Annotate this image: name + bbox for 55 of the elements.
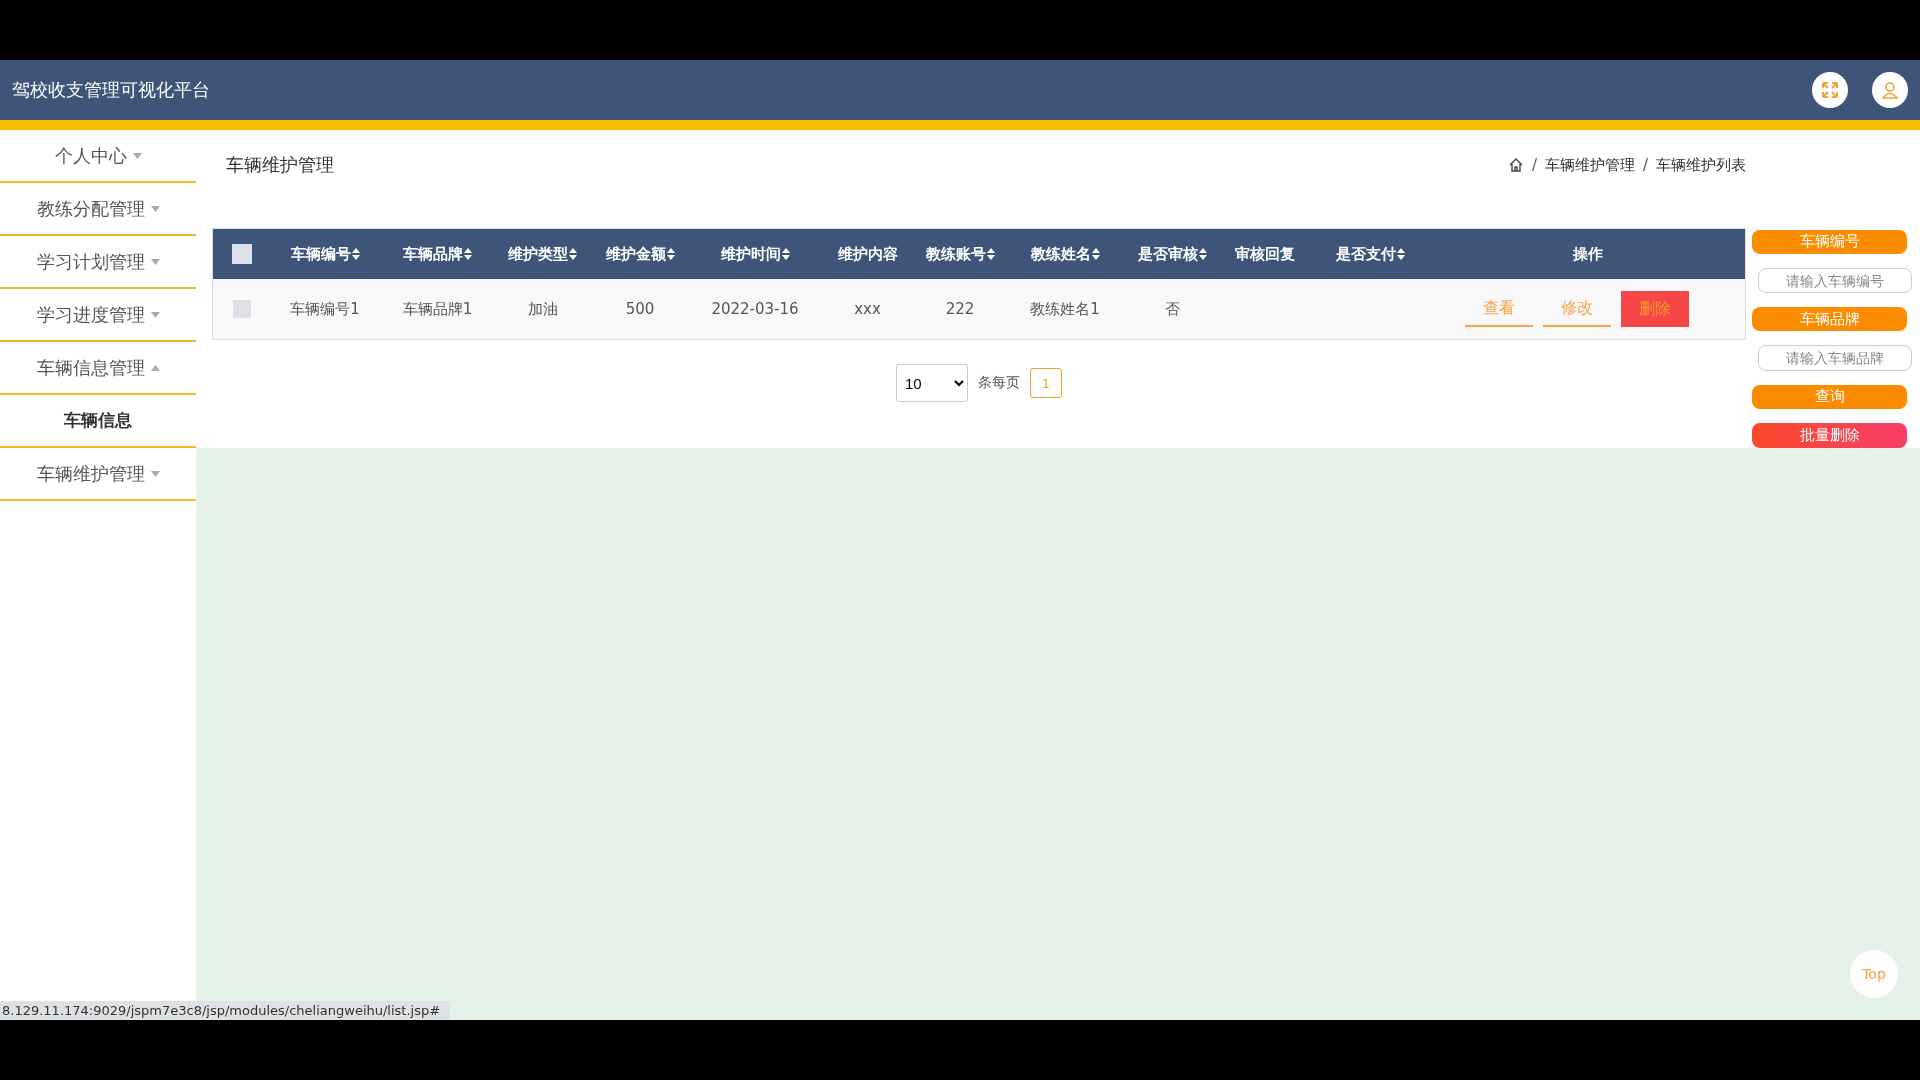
caret-icon [150, 205, 160, 212]
field-label: 车辆品牌 [1752, 307, 1907, 332]
column-header[interactable]: 车辆品牌 [403, 244, 472, 264]
column-header[interactable]: 是否审核 [1138, 244, 1207, 264]
sort-icon[interactable] [464, 248, 472, 260]
row-checkbox[interactable] [232, 300, 251, 318]
column-header[interactable]: 维护类型 [508, 244, 577, 264]
table-cell: 2022-03-16 [711, 300, 799, 318]
batch-delete-button[interactable]: 批量删除 [1752, 423, 1907, 448]
table-cell: 500 [625, 300, 655, 318]
sort-icon[interactable] [1091, 248, 1100, 260]
breadcrumb-item[interactable]: 车辆维护列表 [1656, 155, 1746, 175]
column-header[interactable]: 教练姓名 [1030, 244, 1100, 264]
column-header[interactable]: 维护内容 [837, 244, 898, 264]
input-field[interactable]: 请输入车辆编号 [1758, 267, 1912, 294]
caret-icon [150, 470, 160, 477]
column-header[interactable]: 维护时间 [720, 244, 790, 264]
table-cell: xxx [854, 300, 881, 318]
table-cell: 加油 [527, 299, 558, 319]
app-title: 驾校收支管理可视化平台 [12, 78, 211, 102]
table-cell: 车辆品牌1 [402, 299, 473, 319]
caret-icon [132, 152, 142, 159]
sort-icon[interactable] [666, 248, 675, 260]
sort-icon[interactable] [986, 248, 995, 260]
select-all-checkbox[interactable] [231, 244, 252, 264]
sort-icon[interactable] [351, 248, 360, 260]
column-header[interactable]: 维护金额 [605, 244, 675, 264]
table-cell: 222 [945, 300, 975, 318]
home-icon[interactable] [1507, 157, 1524, 173]
column-header[interactable]: 车辆编号 [290, 244, 360, 264]
user-icon[interactable] [1872, 72, 1908, 108]
sort-icon[interactable] [569, 248, 577, 260]
breadcrumb-separator: / [1530, 156, 1538, 174]
table-cell: 车辆编号1 [290, 299, 360, 319]
column-header[interactable]: 操作 [1572, 244, 1603, 264]
status-url: 8.129.11.174:9029/jspm7e3c8/jsp/modules/cheliangweihu/list.jsp# [0, 1001, 451, 1020]
column-header[interactable]: 是否支付 [1335, 244, 1405, 264]
sort-icon[interactable] [1396, 248, 1405, 260]
fullscreen-icon[interactable] [1812, 72, 1848, 108]
breadcrumb-item[interactable]: 车辆维护管理 [1544, 155, 1635, 175]
table-cell: 教练姓名1 [1030, 299, 1100, 319]
field-label: 车辆编号 [1752, 230, 1907, 254]
sort-icon[interactable] [1199, 248, 1207, 260]
caret-icon [150, 364, 160, 371]
breadcrumb-separator: / [1641, 156, 1649, 174]
caret-icon [150, 311, 160, 318]
input-field[interactable]: 请输入车辆品牌 [1758, 345, 1912, 371]
sort-icon[interactable] [781, 248, 790, 260]
per-page-label: 条每页 [978, 374, 1020, 392]
caret-icon [150, 258, 160, 265]
page-title: 车辆维护管理 [226, 153, 335, 177]
table-cell: 否 [1165, 299, 1180, 319]
page-size-select[interactable]: 10 [896, 364, 968, 402]
column-header[interactable]: 审核回复 [1235, 244, 1295, 264]
column-header[interactable]: 教练账号 [925, 244, 995, 264]
